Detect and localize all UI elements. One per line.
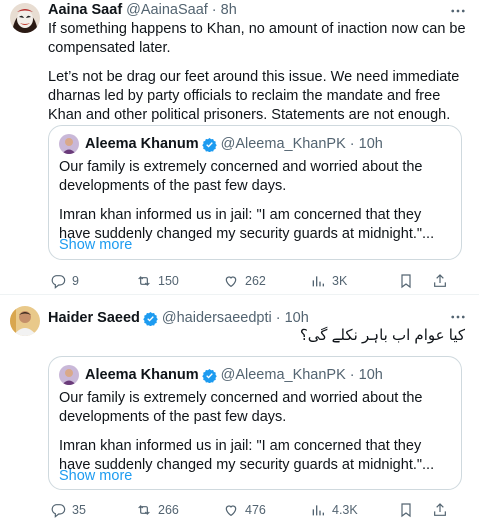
tweet-header: Haider Saeed @haidersaeedpti · 10h xyxy=(48,310,309,326)
like-icon xyxy=(225,505,237,517)
tweet-aaina-saaf[interactable]: Aaina Saaf @AainaSaaf · 8h If something … xyxy=(0,0,479,295)
tweet-text: کیا عوام اب باہر نکلے گی؟ xyxy=(299,327,465,344)
reply-icon xyxy=(51,275,66,289)
share-button[interactable] xyxy=(432,271,448,291)
views-icon xyxy=(312,276,324,287)
bookmark-icon xyxy=(401,503,411,518)
tweet-haider-saeed[interactable]: Haider Saeed @haidersaeedpti · 10h کیا ع… xyxy=(0,296,479,518)
avatar xyxy=(59,365,79,385)
reply-button[interactable]: 35 xyxy=(50,500,86,518)
bookmark-icon xyxy=(401,274,411,289)
quote-text: Our family is extremely concerned and wo… xyxy=(59,159,423,194)
author-name[interactable]: Haider Saeed xyxy=(48,310,140,326)
author-handle[interactable]: @haidersaeedpti xyxy=(162,310,272,326)
verified-badge-icon xyxy=(201,137,217,152)
like-count: 262 xyxy=(245,274,266,288)
repost-button[interactable]: 150 xyxy=(136,271,179,291)
like-button[interactable]: 476 xyxy=(223,500,266,518)
action-bar: 9 150 262 3K xyxy=(48,271,468,291)
tweet-header: Aaina Saaf @AainaSaaf · 8h xyxy=(48,2,237,18)
avatar xyxy=(59,134,79,154)
tweet-text: Let’s not be drag our feet around this i… xyxy=(48,69,460,123)
quote-text: Our family is extremely concerned and wo… xyxy=(59,390,423,425)
like-count: 476 xyxy=(245,503,266,517)
views-button[interactable]: 4.3K xyxy=(310,500,358,518)
author-handle: @Aleema_KhanPK xyxy=(220,136,346,152)
reply-count: 9 xyxy=(72,274,79,288)
avatar[interactable] xyxy=(10,3,40,33)
quoted-tweet[interactable]: Aleema Khanum @Aleema_KhanPK · 10h Our f… xyxy=(48,125,462,260)
verified-badge-icon xyxy=(143,311,158,326)
separator-dot: · xyxy=(349,136,355,152)
tweet-text: If something happens to Khan, no amount … xyxy=(48,21,466,56)
verified-badge-icon xyxy=(201,368,217,383)
show-more-link[interactable]: Show more xyxy=(59,468,132,484)
like-button[interactable]: 262 xyxy=(223,271,266,291)
repost-count: 266 xyxy=(158,503,179,517)
timestamp[interactable]: 10h xyxy=(285,310,309,326)
reply-icon xyxy=(51,504,66,518)
repost-button[interactable]: 266 xyxy=(136,500,179,518)
author-name: Aleema Khanum xyxy=(85,136,199,152)
separator-dot: · xyxy=(349,367,355,383)
show-more-link[interactable]: Show more xyxy=(59,237,132,253)
share-icon xyxy=(434,503,446,516)
repost-icon xyxy=(138,505,150,515)
views-button[interactable]: 3K xyxy=(310,271,347,291)
share-icon xyxy=(434,274,446,287)
timestamp[interactable]: 8h xyxy=(221,2,237,18)
quote-header: Aleema Khanum @Aleema_KhanPK · 10h xyxy=(59,365,383,385)
author-name[interactable]: Aaina Saaf xyxy=(48,2,122,18)
quote-header: Aleema Khanum @Aleema_KhanPK · 10h xyxy=(59,134,383,154)
quoted-tweet[interactable]: Aleema Khanum @Aleema_KhanPK · 10h Our f… xyxy=(48,356,462,490)
reply-button[interactable]: 9 xyxy=(50,271,79,291)
bookmark-button[interactable] xyxy=(398,271,414,291)
author-name: Aleema Khanum xyxy=(85,367,199,383)
avatar[interactable] xyxy=(10,306,40,336)
author-handle: @Aleema_KhanPK xyxy=(220,367,346,383)
views-icon xyxy=(312,505,324,516)
author-handle[interactable]: @AainaSaaf xyxy=(126,2,208,18)
share-button[interactable] xyxy=(432,500,448,518)
repost-icon xyxy=(138,276,150,286)
action-bar: 35 266 476 4.3K xyxy=(48,500,468,518)
repost-count: 150 xyxy=(158,274,179,288)
timestamp: 10h xyxy=(358,136,383,152)
views-count: 4.3K xyxy=(332,503,358,517)
reply-count: 35 xyxy=(72,503,86,517)
separator-dot: · xyxy=(211,2,217,18)
more-icon[interactable] xyxy=(449,308,467,326)
separator-dot: · xyxy=(275,310,281,326)
more-icon[interactable] xyxy=(449,2,467,20)
bookmark-button[interactable] xyxy=(398,500,414,518)
like-icon xyxy=(225,276,237,288)
views-count: 3K xyxy=(332,274,348,288)
timestamp: 10h xyxy=(358,367,383,383)
